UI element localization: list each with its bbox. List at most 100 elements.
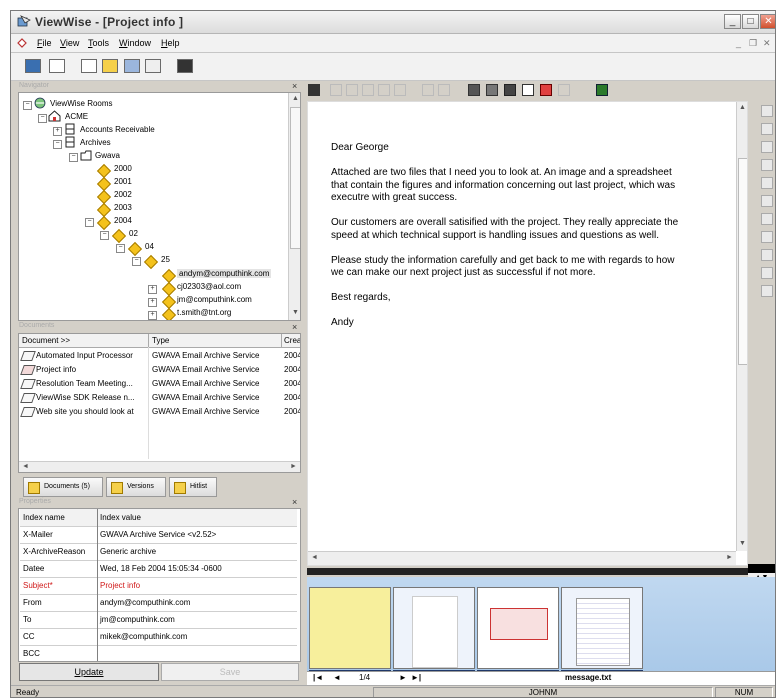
expand-toggle[interactable]: + [148, 298, 157, 307]
previous-page-icon[interactable]: ◄ [333, 673, 341, 682]
column-type[interactable]: Type [152, 336, 169, 345]
viewer-splitter[interactable] [307, 568, 748, 575]
property-row-subject[interactable]: Subject* Project info [20, 577, 297, 595]
expand-toggle[interactable]: + [148, 311, 157, 320]
document-row[interactable]: ViewWise SDK Release n... GWAVA Email Ar… [20, 391, 300, 405]
tree-node-tsmith[interactable]: t.smith@tnt.org [177, 308, 231, 317]
collapse-toggle[interactable]: − [116, 244, 125, 253]
update-button[interactable]: Update [19, 663, 159, 681]
spreadsheet-icon[interactable] [596, 84, 608, 96]
tree-node-02[interactable]: 02 [129, 229, 138, 238]
document-row[interactable]: Web site you should look at GWAVA Email … [20, 405, 300, 419]
documents-hscrollbar[interactable]: ◄ ► [19, 461, 300, 472]
column-document[interactable]: Document >> [22, 336, 70, 345]
scroll-up-icon[interactable]: ▲ [739, 104, 746, 111]
properties-tool-icon[interactable] [81, 59, 97, 73]
tab-versions[interactable]: Versions [106, 477, 166, 497]
text-icon[interactable] [761, 159, 773, 171]
grid-tool-icon[interactable] [124, 59, 140, 73]
rotate-right-icon[interactable] [438, 84, 450, 96]
property-row-archivereason[interactable]: X-ArchiveReason Generic archive [20, 543, 297, 561]
document-menu-icon[interactable] [16, 37, 28, 49]
scroll-down-icon[interactable]: ▼ [739, 540, 746, 547]
document-row[interactable]: Automated Input Processor GWAVA Email Ar… [20, 349, 300, 363]
expand-toggle[interactable]: + [53, 127, 62, 136]
documents-tool-icon[interactable] [49, 59, 65, 73]
property-row-from[interactable]: From andym@computhink.com [20, 594, 297, 612]
mdi-close-button[interactable]: ✕ [763, 38, 771, 49]
documents-close-button[interactable]: × [292, 322, 297, 332]
eraser-icon[interactable] [761, 249, 773, 261]
folder-tool-icon[interactable] [102, 59, 118, 73]
navigator-close-button[interactable]: × [292, 81, 297, 91]
annotate-icon[interactable] [468, 84, 480, 96]
property-row-xmailer[interactable]: X-Mailer GWAVA Archive Service <v2.52> [20, 526, 297, 544]
window-tool-icon[interactable] [145, 59, 161, 73]
properties-close-button[interactable]: × [292, 497, 297, 507]
collapse-toggle[interactable]: − [69, 153, 78, 162]
next-page-icon[interactable]: ► [399, 673, 407, 682]
maximize-button[interactable]: □ [742, 14, 759, 29]
navigator-scrollbar[interactable]: ▲ ▼ [288, 93, 300, 320]
collapse-toggle[interactable]: − [38, 114, 47, 123]
fit-height-icon[interactable] [362, 84, 374, 96]
magnifier-icon[interactable] [761, 285, 773, 297]
tab-documents[interactable]: Documents (5) [23, 477, 103, 497]
fit-page-icon[interactable] [378, 84, 390, 96]
property-row-cc[interactable]: CC mikek@computhink.com [20, 628, 297, 646]
scroll-thumb[interactable] [738, 158, 747, 365]
menu-tools[interactable]: Tools [88, 38, 109, 48]
thumbnail-page-2[interactable]: 2 [393, 587, 475, 677]
tree-node-04[interactable]: 04 [145, 242, 154, 251]
tree-node-archives[interactable]: Archives [80, 138, 111, 147]
stamp-icon[interactable] [486, 84, 498, 96]
mdi-restore-button[interactable]: ❐ [749, 38, 757, 49]
column-created[interactable]: Crea [284, 336, 300, 345]
property-row-bcc[interactable]: BCC [20, 645, 297, 661]
tree-node-2000[interactable]: 2000 [114, 164, 132, 173]
tree-node-andym[interactable]: andym@computhink.com [177, 269, 272, 278]
document-row[interactable]: Resolution Team Meeting... GWAVA Email A… [20, 377, 300, 391]
mdi-minimize-button[interactable]: _ [736, 38, 741, 48]
export-icon[interactable] [522, 84, 534, 96]
zoom-icon[interactable] [330, 84, 342, 96]
highlight-icon[interactable] [558, 84, 570, 96]
scroll-down-icon[interactable]: ▼ [292, 309, 299, 316]
collapse-toggle[interactable]: − [100, 231, 109, 240]
menu-file[interactable]: File [37, 38, 52, 48]
menu-window[interactable]: Window [119, 38, 151, 48]
ellipse-icon[interactable] [761, 213, 773, 225]
brush-icon[interactable] [761, 231, 773, 243]
tree-node-cj02303[interactable]: cj02303@aol.com [177, 282, 241, 291]
scroll-left-icon[interactable]: ◄ [311, 554, 318, 561]
tree-node-2002[interactable]: 2002 [114, 190, 132, 199]
collapse-toggle[interactable]: − [23, 101, 32, 110]
tree-node-2004[interactable]: 2004 [114, 216, 132, 225]
last-page-icon[interactable]: ►| [411, 673, 421, 682]
scroll-right-icon[interactable]: ► [290, 463, 297, 470]
scroll-thumb[interactable] [290, 107, 300, 249]
tree-node-acme[interactable]: ACME [65, 112, 88, 121]
arrow-icon[interactable] [761, 195, 773, 207]
property-row-date[interactable]: Datee Wed, 18 Feb 2004 15:05:34 -0600 [20, 560, 297, 578]
first-page-icon[interactable]: |◄ [313, 673, 323, 682]
rotate-left-icon[interactable] [422, 84, 434, 96]
thumbnail-page-1[interactable]: 1 [309, 587, 391, 677]
pointer-icon[interactable] [761, 267, 773, 279]
document-row-selected[interactable]: Project info GWAVA Email Archive Service… [20, 363, 300, 377]
menu-view[interactable]: View [60, 38, 79, 48]
tree-node-gwava[interactable]: Gwava [95, 151, 120, 160]
property-row-to[interactable]: To jm@computhink.com [20, 611, 297, 629]
menu-help[interactable]: Help [161, 38, 180, 48]
close-button[interactable]: ✕ [760, 14, 775, 29]
tree-node-jm[interactable]: jm@computhink.com [177, 295, 252, 304]
tree-node-2001[interactable]: 2001 [114, 177, 132, 186]
navigator-tool-icon[interactable] [25, 59, 41, 73]
tree-node-25[interactable]: 25 [161, 255, 170, 264]
thumbnail-page-4[interactable]: 4 [561, 587, 643, 677]
splitter-handle[interactable] [748, 564, 775, 573]
expand-toggle[interactable]: + [148, 285, 157, 294]
viewer-hscrollbar[interactable]: ◄ ► [308, 551, 736, 565]
collapse-toggle[interactable]: − [53, 140, 62, 149]
save-button[interactable]: Save [161, 663, 299, 681]
